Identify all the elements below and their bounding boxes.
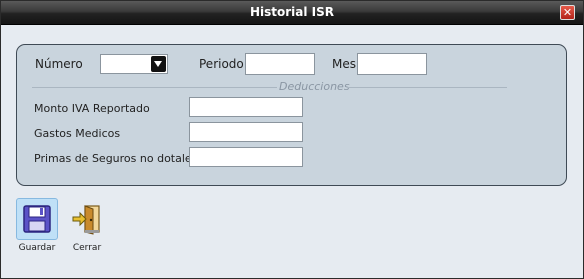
numero-label: Número [35, 57, 83, 71]
cerrar-button[interactable] [66, 198, 108, 240]
periodo-label: Periodo [199, 57, 244, 71]
title-bar[interactable]: Historial ISR ✕ [1, 1, 583, 25]
historial-isr-window: Historial ISR ✕ Número Periodo Mes Deduc… [0, 0, 584, 279]
mes-input[interactable] [357, 53, 427, 75]
monto-iva-input[interactable] [189, 97, 303, 117]
guardar-label: Guardar [18, 243, 56, 253]
section-divider-right [347, 87, 507, 88]
gastos-medicos-label: Gastos Medicos [34, 127, 121, 140]
cerrar-label: Cerrar [72, 243, 102, 253]
floppy-disk-icon [23, 205, 51, 233]
chevron-down-icon[interactable] [151, 56, 166, 72]
form-panel: Número Periodo Mes Deducciones Monto IVA… [16, 44, 567, 186]
primas-seguros-label: Primas de Seguros no dotales [34, 152, 198, 165]
window-title: Historial ISR [249, 5, 335, 19]
mes-label: Mes [332, 57, 356, 71]
section-divider-left [32, 87, 277, 88]
close-icon[interactable]: ✕ [560, 5, 575, 20]
deducciones-section-title: Deducciones [279, 80, 350, 93]
exit-door-icon [72, 205, 100, 235]
periodo-input[interactable] [245, 53, 315, 75]
gastos-medicos-input[interactable] [189, 122, 303, 142]
numero-combobox[interactable] [100, 54, 168, 74]
primas-seguros-input[interactable] [189, 147, 303, 167]
monto-iva-label: Monto IVA Reportado [34, 102, 150, 115]
guardar-button[interactable] [16, 198, 58, 240]
